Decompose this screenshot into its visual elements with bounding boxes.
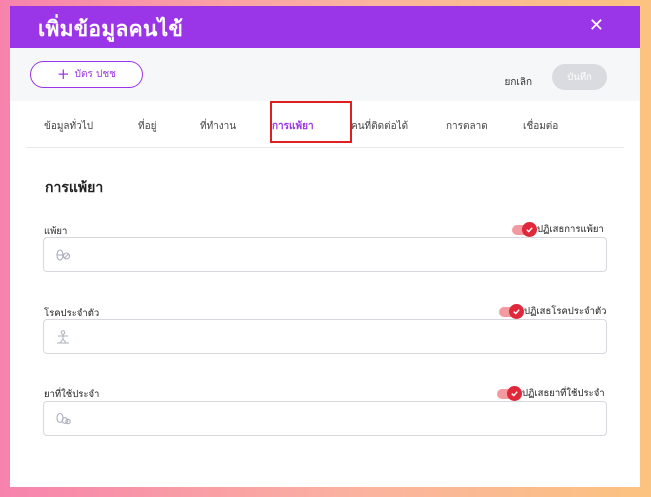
section-title: การแพ้ยา — [45, 180, 104, 196]
chronic-disease-input[interactable] — [43, 319, 607, 354]
tab-address[interactable]: ที่อยู่ — [138, 119, 156, 134]
dialog-header: เพิ่มข้อมูลคนไข้ ✕ — [10, 6, 640, 48]
tab-bar: ข้อมูลทั่วไป ที่อยู่ ที่ทำงาน การแพ้ยา ค… — [26, 101, 624, 148]
toolbar: + บัตร ปชช ยกเลิก บันทึก — [10, 48, 640, 101]
deny-regular-medication-toggle[interactable]: ปฏิเสธยาที่ใช้ประจำ — [497, 385, 605, 401]
pills-icon — [55, 248, 71, 262]
check-icon — [507, 385, 522, 401]
tab-connect[interactable]: เชื่อมต่อ — [523, 119, 558, 134]
drug-allergy-input[interactable] — [43, 237, 607, 272]
dialog-title: เพิ่มข้อมูลคนไข้ — [38, 17, 184, 41]
plus-icon: + — [57, 65, 70, 83]
add-patient-dialog: เพิ่มข้อมูลคนไข้ ✕ + บัตร ปชช ยกเลิก บัน… — [10, 6, 640, 487]
tab-general-info[interactable]: ข้อมูลทั่วไป — [44, 119, 93, 134]
person-icon — [55, 330, 71, 344]
cancel-button[interactable]: ยกเลิก — [504, 75, 532, 90]
toggle-switch[interactable] — [499, 303, 524, 319]
check-icon — [522, 221, 537, 237]
save-button[interactable]: บันทึก — [552, 64, 607, 90]
regular-medication-label: ยาที่ใช้ประจำ — [44, 389, 100, 400]
close-icon[interactable]: ✕ — [589, 15, 604, 36]
toggle-label: ปฏิเสธการแพ้ยา — [537, 224, 604, 235]
add-id-card-label: บัตร ปชช — [74, 69, 116, 80]
tab-marketing[interactable]: การตลาด — [446, 119, 488, 134]
toggle-label: ปฏิเสธยาที่ใช้ประจำ — [522, 388, 605, 399]
check-icon — [509, 303, 524, 319]
tab-drug-allergy[interactable]: การแพ้ยา — [272, 119, 314, 134]
toggle-label: ปฏิเสธโรคประจำตัว — [524, 306, 607, 317]
tab-contacts[interactable]: คนที่ติดต่อได้ — [351, 119, 408, 134]
deny-drug-allergy-toggle[interactable]: ปฏิเสธการแพ้ยา — [512, 221, 604, 237]
toggle-switch[interactable] — [512, 221, 537, 237]
deny-chronic-disease-toggle[interactable]: ปฏิเสธโรคประจำตัว — [499, 303, 607, 319]
tab-workplace[interactable]: ที่ทำงาน — [200, 119, 236, 134]
medicine-icon — [55, 412, 71, 426]
regular-medication-input[interactable] — [43, 401, 607, 436]
add-id-card-button[interactable]: + บัตร ปชช — [30, 61, 143, 88]
toggle-switch[interactable] — [497, 385, 522, 401]
